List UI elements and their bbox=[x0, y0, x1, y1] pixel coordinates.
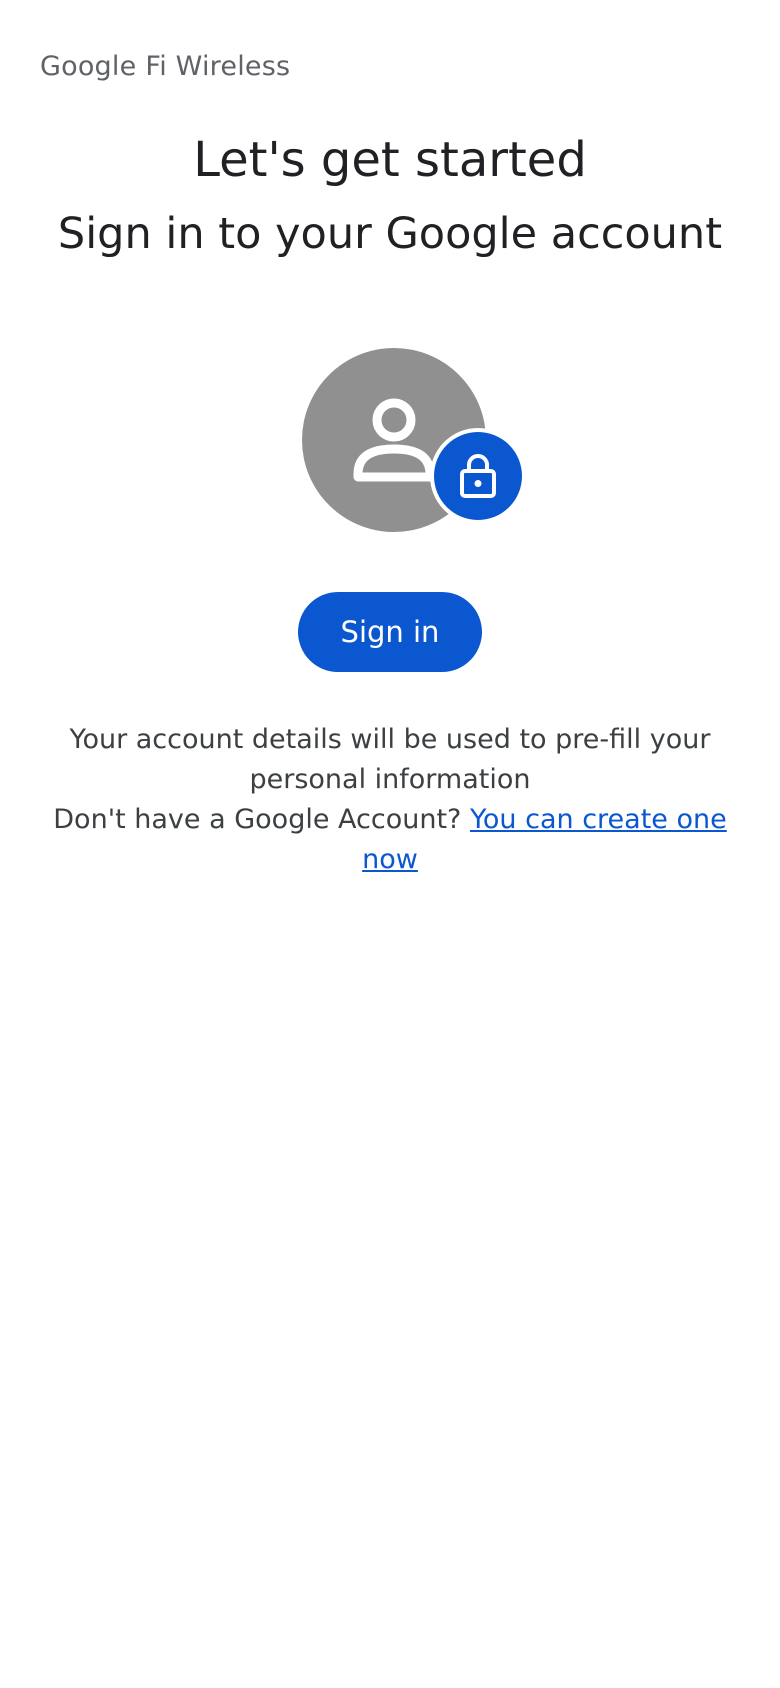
sign-in-button[interactable]: Sign in bbox=[298, 592, 482, 672]
no-account-text: Don't have a Google Account? bbox=[53, 804, 462, 835]
page-title: Let's get started bbox=[193, 132, 587, 188]
prefill-description: Your account details will be used to pre… bbox=[69, 724, 711, 795]
app-header: Google Fi Wireless bbox=[40, 48, 290, 84]
google-logo: Google bbox=[40, 50, 137, 82]
lock-badge bbox=[430, 428, 526, 524]
product-name: Fi Wireless bbox=[145, 50, 291, 82]
account-illustration bbox=[300, 346, 530, 536]
page-subtitle: Sign in to your Google account bbox=[57, 209, 723, 259]
lock-icon bbox=[460, 454, 496, 498]
description: Your account details will be used to pre… bbox=[30, 720, 750, 880]
no-account-line: Don't have a Google Account? You can cre… bbox=[30, 800, 750, 880]
